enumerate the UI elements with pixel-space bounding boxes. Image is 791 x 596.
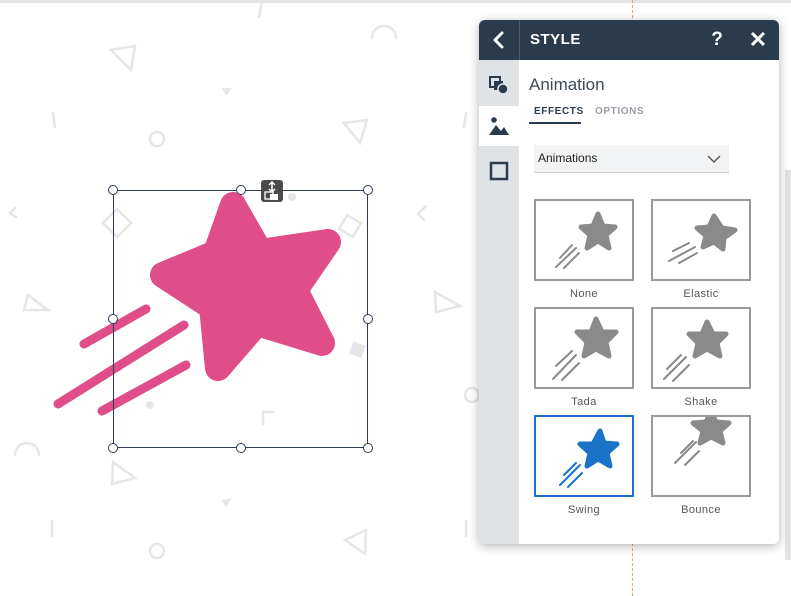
shooting-star-icon (663, 319, 729, 382)
close-button[interactable]: ✕ (745, 20, 771, 60)
animation-label-none: None (570, 288, 598, 300)
chevron-down-icon (707, 155, 721, 163)
canvas-scrollbar[interactable] (785, 170, 791, 560)
selection-box[interactable] (113, 190, 368, 448)
rail-item-shapes[interactable] (479, 65, 519, 105)
section-title: Animation (529, 75, 605, 94)
panel-side-rail (479, 60, 519, 544)
back-button[interactable] (479, 20, 520, 60)
panel-title: STYLE (530, 31, 581, 48)
border-icon (489, 161, 509, 181)
shooting-star-icon (555, 211, 618, 269)
arrange-handle-icon[interactable] (261, 180, 283, 202)
dropdown-value: Animations (538, 151, 598, 165)
animation-label-elastic: Elastic (683, 288, 719, 300)
rail-item-image-effects[interactable] (479, 106, 519, 146)
image-effects-icon (489, 117, 509, 135)
animation-label-tada: Tada (571, 396, 597, 408)
animation-option-tada[interactable] (534, 307, 634, 389)
animation-option-swing[interactable] (534, 415, 634, 497)
shapes-icon (489, 76, 509, 95)
animation-label-shake: Shake (684, 396, 718, 408)
panel-header: STYLE ? ✕ (479, 20, 779, 60)
shooting-star-icon (674, 417, 732, 466)
tab-options[interactable]: OPTIONS (595, 106, 644, 124)
rail-item-border[interactable] (479, 151, 519, 191)
animation-option-none[interactable] (534, 199, 634, 281)
shooting-star-icon (552, 316, 619, 381)
shooting-star-icon (559, 428, 620, 488)
tab-active-indicator (529, 122, 581, 124)
animation-type-dropdown[interactable]: Animations (534, 145, 729, 173)
style-panel: STYLE ? ✕ Animation EFFECTS OPTIONS Anim… (479, 20, 779, 544)
shooting-star-icon (668, 213, 738, 264)
animation-label-bounce: Bounce (681, 504, 721, 516)
animation-label-swing: Swing (568, 504, 600, 516)
animation-option-elastic[interactable] (651, 199, 751, 281)
animation-option-shake[interactable] (651, 307, 751, 389)
chevron-left-icon (493, 31, 504, 49)
animation-option-bounce[interactable] (651, 415, 751, 497)
help-button[interactable]: ? (705, 20, 729, 60)
